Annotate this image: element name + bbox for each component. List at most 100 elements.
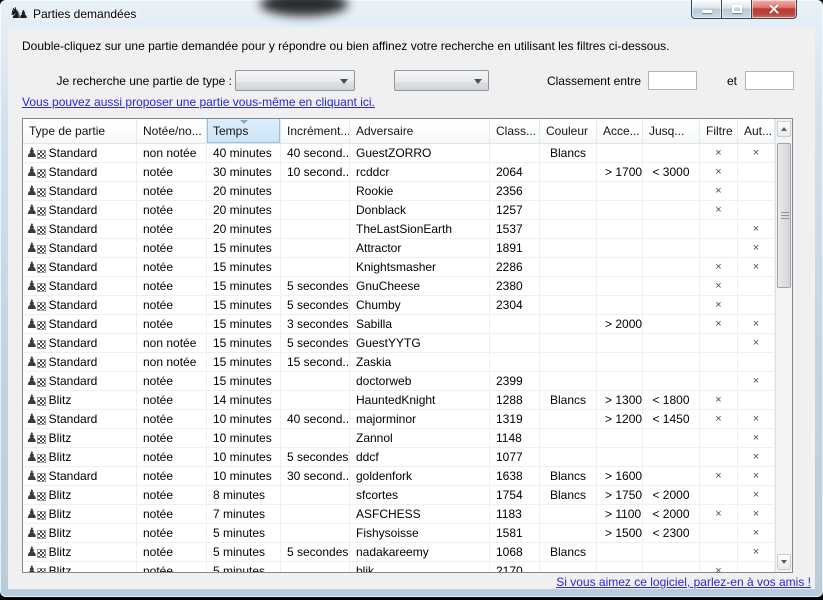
cell-accept: [597, 277, 643, 296]
chess-pawn-board-icon: ♟: [26, 317, 46, 331]
table-row[interactable]: ♟Standardnotée20 minutesTheLastSionEarth…: [23, 220, 775, 239]
cell-rated: notée: [137, 429, 207, 448]
cell-increment: [281, 524, 350, 543]
cell-rated: notée: [137, 220, 207, 239]
cell-type: ♟Blitz: [23, 486, 137, 505]
cell-until: < 3000: [643, 163, 700, 182]
table-row[interactable]: ♟Standardnotée20 minutesDonblack1257×: [23, 201, 775, 220]
rating-max-input[interactable]: [745, 71, 794, 90]
cell-rating: 2356: [490, 182, 540, 201]
table-row[interactable]: ♟Standardnotée15 minutes5 secondesGnuChe…: [23, 277, 775, 296]
column-header-increment[interactable]: Incrément...: [281, 119, 350, 143]
table-row[interactable]: ♟Standardnon notée40 minutes40 second...…: [23, 144, 775, 163]
cell-accept: [597, 201, 643, 220]
cell-accept: [597, 448, 643, 467]
cell-auto: ×: [738, 334, 775, 353]
tell-your-friends-link[interactable]: Si vous aimez ce logiciel, parlez-en à v…: [556, 575, 811, 589]
cell-filter: [700, 429, 738, 448]
rating-min-input[interactable]: [648, 71, 697, 90]
table-row[interactable]: ♟Standardnotée30 minutes10 second...rcdd…: [23, 163, 775, 182]
minimize-button[interactable]: [691, 0, 721, 19]
cell-accept: [597, 353, 643, 372]
cell-rating: 1183: [490, 505, 540, 524]
column-header-rated[interactable]: Notée/no...: [137, 119, 207, 143]
desktop-showthrough-blob: [260, 0, 348, 16]
game-type-select[interactable]: [235, 70, 355, 91]
table-row[interactable]: ♟Standardnotée15 minutesKnightsmasher228…: [23, 258, 775, 277]
cell-accept: > 1100: [597, 505, 643, 524]
column-header-time[interactable]: Temps: [207, 119, 281, 143]
table-row[interactable]: ♟Blitznotée7 minutesASFCHESS1183> 1100< …: [23, 505, 775, 524]
maximize-button[interactable]: [721, 0, 751, 19]
table-row[interactable]: ♟Blitznotée5 minutesblik2170×: [23, 562, 775, 572]
table-row[interactable]: ♟Standardnotée15 minutes3 secondesSabill…: [23, 315, 775, 334]
table-row[interactable]: ♟Standardnotée10 minutes30 second...gold…: [23, 467, 775, 486]
scroll-up-button[interactable]: [777, 121, 791, 137]
cell-color: [540, 239, 597, 258]
cell-opponent: nadakareemy: [350, 543, 490, 562]
cell-color: [540, 410, 597, 429]
table-row[interactable]: ♟Blitznotée5 minutes5 secondesnadakareem…: [23, 543, 775, 562]
table-row[interactable]: ♟Standardnotée10 minutes40 second...majo…: [23, 410, 775, 429]
column-header-opponent[interactable]: Adversaire: [350, 119, 490, 143]
column-header-accept[interactable]: Acce...: [597, 119, 643, 143]
propose-game-link[interactable]: Vous pouvez aussi proposer une partie vo…: [22, 95, 375, 109]
column-header-filter[interactable]: Filtre: [700, 119, 738, 143]
table-row[interactable]: ♟Standardnon notée15 minutes15 second...…: [23, 353, 775, 372]
table-row[interactable]: ♟Blitznotée14 minutesHauntedKnight1288Bl…: [23, 391, 775, 410]
cell-until: [643, 144, 700, 163]
cell-time: 8 minutes: [207, 486, 281, 505]
cell-time: 15 minutes: [207, 334, 281, 353]
column-header-until[interactable]: Jusq...: [643, 119, 700, 143]
cell-auto: [738, 182, 775, 201]
cell-filter: [700, 372, 738, 391]
table-row[interactable]: ♟Standardnotée15 minutesAttractor1891×: [23, 239, 775, 258]
cell-time: 15 minutes: [207, 372, 281, 391]
cell-auto: ×: [738, 448, 775, 467]
cell-type: ♟Blitz: [23, 543, 137, 562]
cell-until: [643, 353, 700, 372]
cell-opponent: Donblack: [350, 201, 490, 220]
table-row[interactable]: ♟Blitznotée10 minutesZannol1148×: [23, 429, 775, 448]
scrollbar-thumb[interactable]: [777, 143, 791, 288]
cell-opponent: rcddcr: [350, 163, 490, 182]
table-row[interactable]: ♟Standardnon notée15 minutes5 secondesGu…: [23, 334, 775, 353]
cell-opponent: TheLastSionEarth: [350, 220, 490, 239]
table-row[interactable]: ♟Blitznotée5 minutesFishysoisse1581> 150…: [23, 524, 775, 543]
chess-pieces-app-icon: ♞♟: [9, 4, 28, 23]
table-row[interactable]: ♟Standardnotée20 minutesRookie2356×: [23, 182, 775, 201]
vertical-scrollbar[interactable]: [775, 119, 792, 572]
column-header-type[interactable]: Type de partie: [23, 119, 137, 143]
cell-until: < 2000: [643, 505, 700, 524]
game-subtype-select[interactable]: [394, 70, 489, 91]
cell-rating: 1537: [490, 220, 540, 239]
column-header-color[interactable]: Couleur: [540, 119, 597, 143]
maximize-icon: [732, 5, 742, 13]
table-row[interactable]: ♟Blitznotée8 minutessfcortes1754Blancs> …: [23, 486, 775, 505]
cell-rating: 2399: [490, 372, 540, 391]
cell-rating: [490, 334, 540, 353]
cell-auto: ×: [738, 239, 775, 258]
close-button[interactable]: [751, 0, 797, 19]
cell-auto: ×: [738, 486, 775, 505]
table-row[interactable]: ♟Standardnotée15 minutes5 secondesChumby…: [23, 296, 775, 315]
cell-filter: [700, 524, 738, 543]
cell-type: ♟Standard: [23, 182, 137, 201]
column-header-rating[interactable]: Class...: [490, 119, 540, 143]
cell-filter: ×: [700, 505, 738, 524]
cell-accept: > 1700: [597, 163, 643, 182]
games-table: Type de partieNotée/no...TempsIncrément.…: [22, 118, 793, 573]
cell-rated: notée: [137, 391, 207, 410]
chess-pawn-board-icon: ♟: [26, 336, 46, 350]
table-row[interactable]: ♟Blitznotée10 minutes5 secondesddcf1077×: [23, 448, 775, 467]
cell-rated: notée: [137, 524, 207, 543]
cell-accept: [597, 144, 643, 163]
table-row[interactable]: ♟Standardnotée15 minutesdoctorweb2399×: [23, 372, 775, 391]
cell-rating: 1257: [490, 201, 540, 220]
titlebar[interactable]: ♞♟ Parties demandées: [0, 0, 823, 28]
scroll-down-button[interactable]: [777, 554, 791, 570]
column-header-auto[interactable]: Aut...: [738, 119, 775, 143]
cell-type: ♟Standard: [23, 353, 137, 372]
cell-filter: ×: [700, 163, 738, 182]
cell-color: [540, 220, 597, 239]
